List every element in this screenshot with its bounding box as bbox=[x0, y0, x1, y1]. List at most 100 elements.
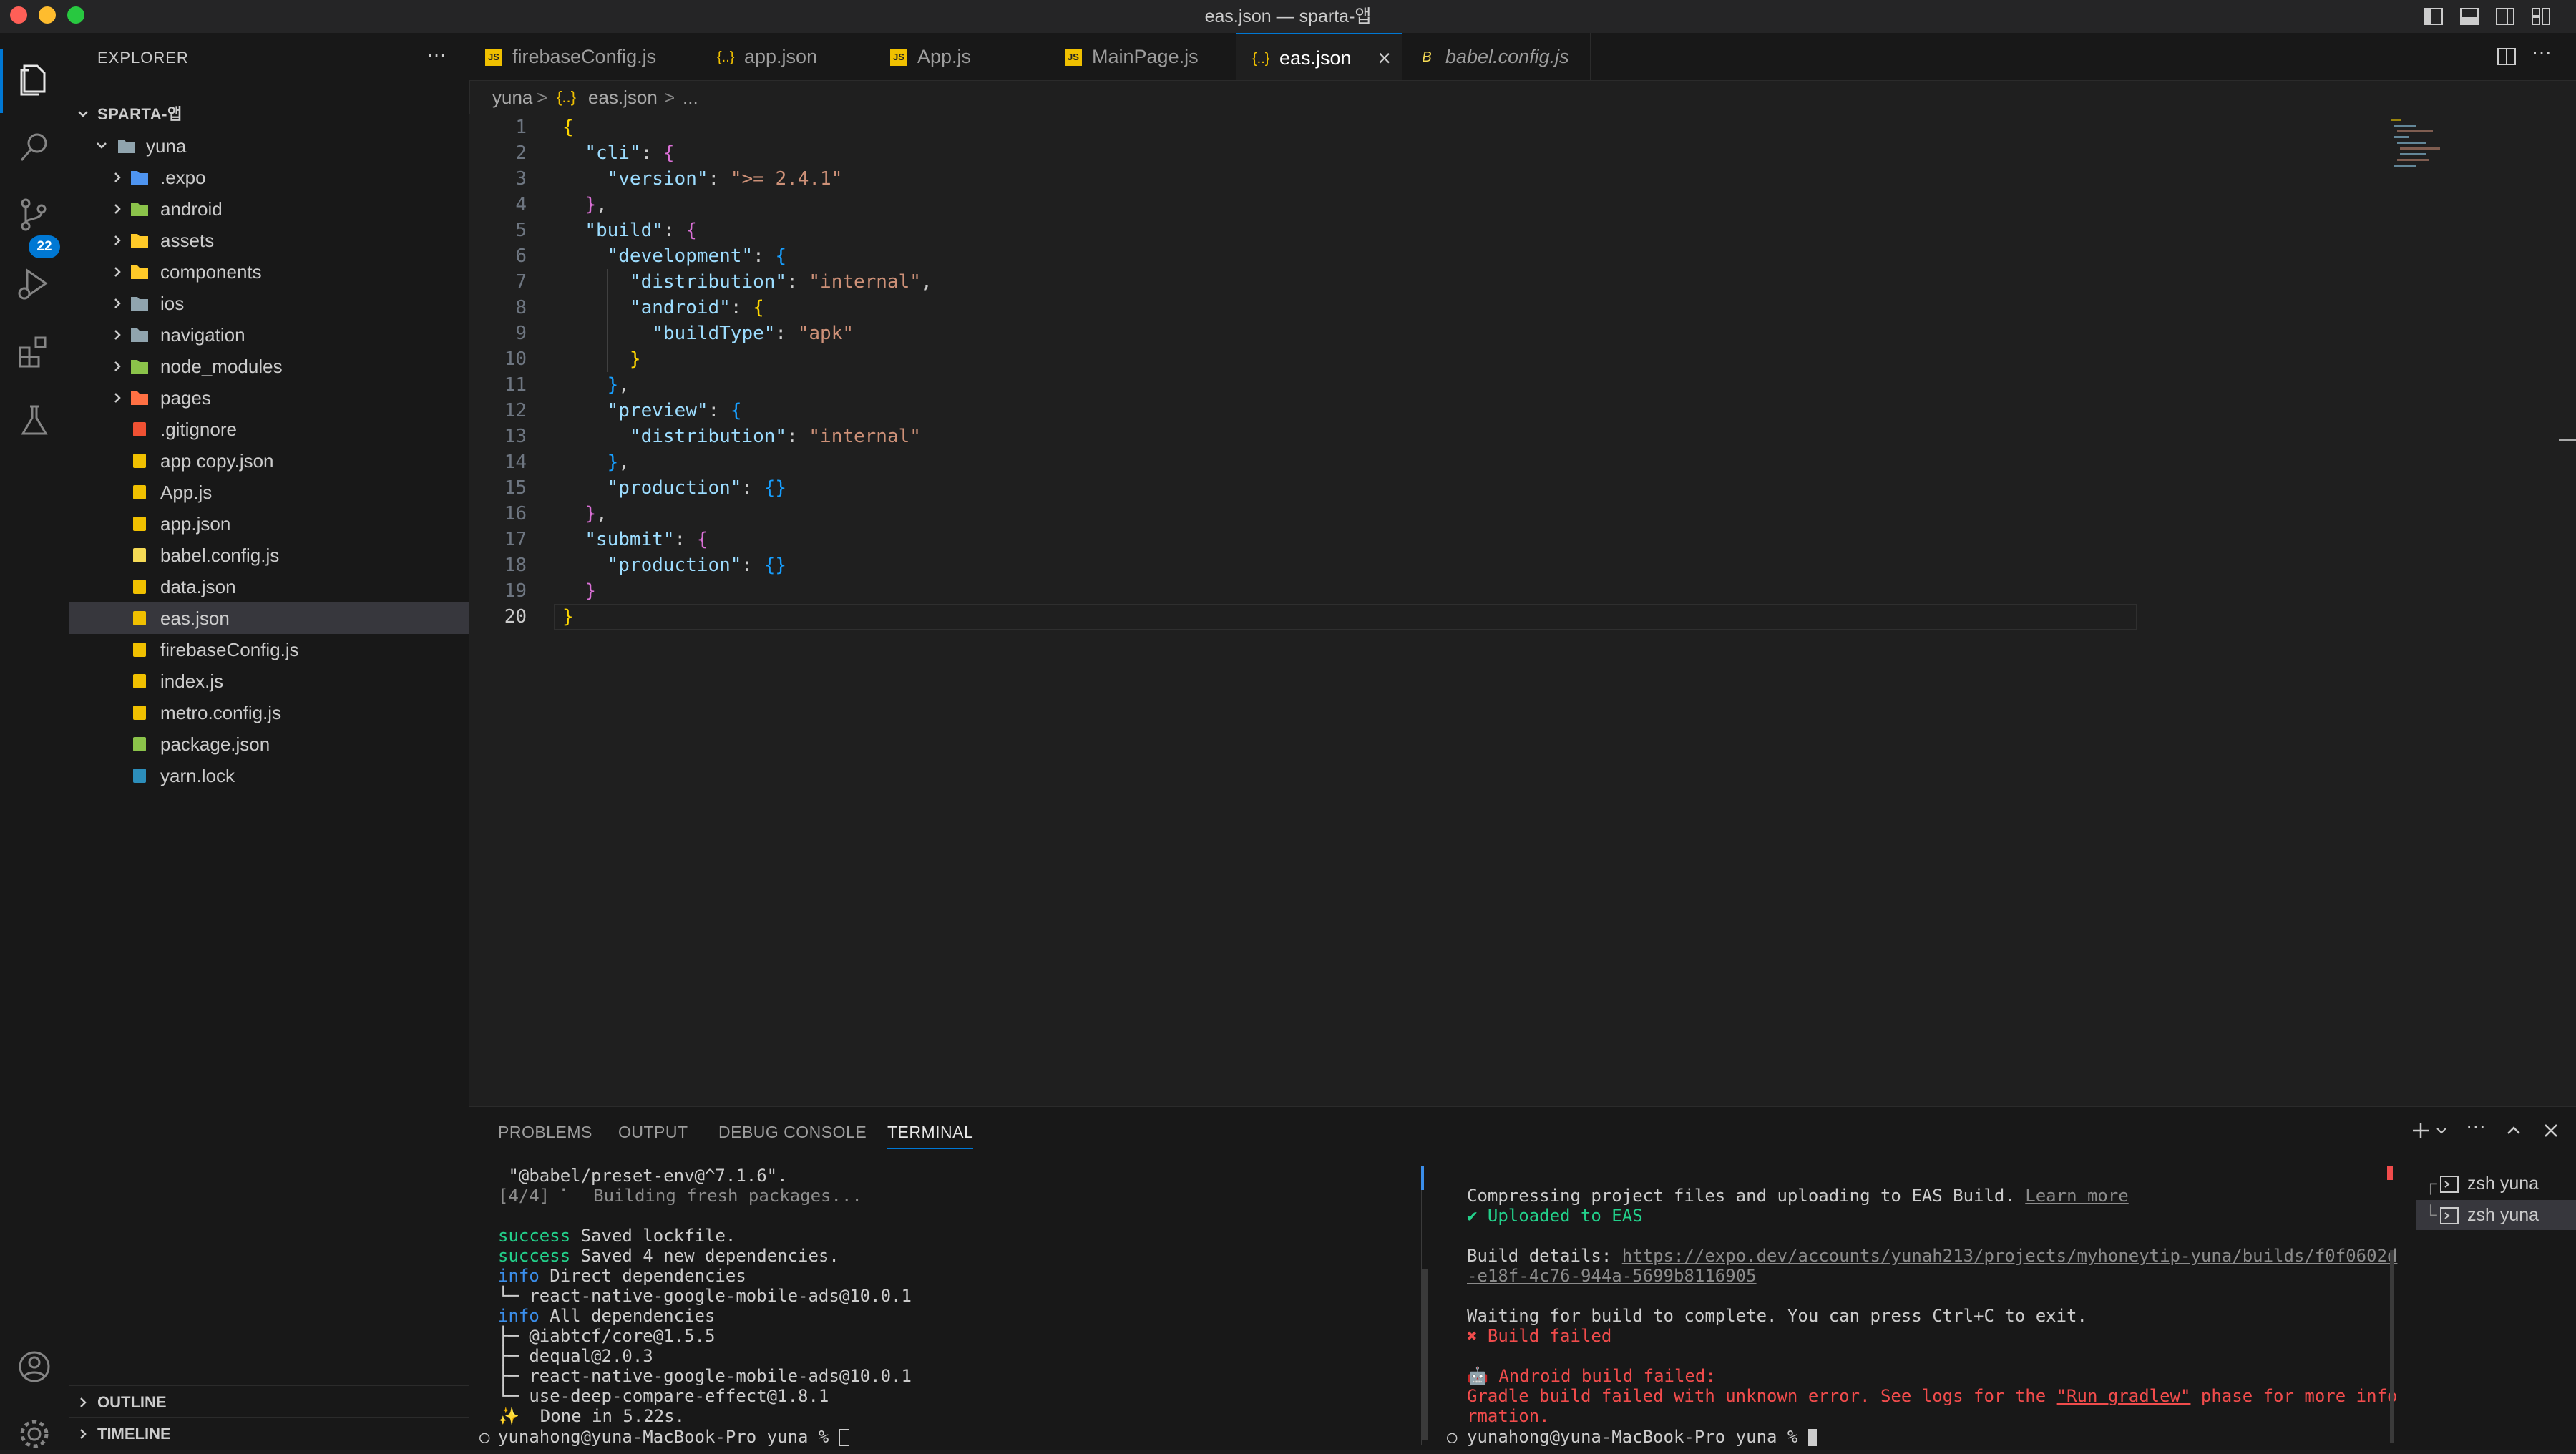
folder-ios[interactable]: ios bbox=[69, 288, 469, 319]
folder-navigation[interactable]: navigation bbox=[69, 319, 469, 351]
breadcrumb-more[interactable]: ... bbox=[683, 80, 698, 114]
folder-assets[interactable]: assets bbox=[69, 225, 469, 256]
terminal-list-item[interactable]: └ zsh yuna bbox=[2416, 1200, 2576, 1230]
tab-mainpage-js[interactable]: JS MainPage.js bbox=[1049, 33, 1237, 80]
tab-app-js[interactable]: JS App.js bbox=[874, 33, 1050, 80]
file-package-json[interactable]: package.json bbox=[69, 728, 469, 760]
timeline-section[interactable]: TIMELINE bbox=[69, 1418, 469, 1450]
tree-item-label: metro.config.js bbox=[160, 702, 282, 723]
file-eas-json[interactable]: eas.json bbox=[69, 602, 469, 634]
more-actions-icon[interactable]: ··· bbox=[426, 43, 447, 66]
file-index-js[interactable]: index.js bbox=[69, 665, 469, 697]
editor-more-actions-icon[interactable]: ··· bbox=[2532, 40, 2552, 63]
close-tab-icon[interactable]: × bbox=[1377, 34, 1391, 82]
tab-label: eas.json bbox=[1279, 47, 1352, 69]
chevron-down-icon[interactable] bbox=[2434, 1123, 2449, 1138]
prompt-circle-icon: ○ bbox=[1447, 1427, 1458, 1447]
toggle-primary-sidebar-icon[interactable] bbox=[2423, 6, 2444, 27]
line-number: 8 bbox=[515, 297, 527, 318]
folder-icon bbox=[131, 171, 148, 185]
line-number: 12 bbox=[504, 400, 527, 421]
folder-icon bbox=[131, 297, 148, 311]
scrollbar-marker bbox=[2559, 439, 2576, 441]
source-control-icon[interactable] bbox=[14, 195, 54, 235]
terminal-right-scrollbar[interactable] bbox=[2390, 1250, 2394, 1443]
file-app-js[interactable]: App.js bbox=[69, 477, 469, 508]
folder-yuna[interactable]: yuna bbox=[69, 130, 469, 162]
breadcrumb-folder[interactable]: yuna bbox=[492, 80, 532, 114]
tab-babel-config-js[interactable]: Bbabel.config.js bbox=[1402, 33, 1591, 80]
account-icon[interactable] bbox=[14, 1347, 54, 1387]
toggle-panel-icon[interactable] bbox=[2459, 6, 2480, 27]
customize-layout-icon[interactable] bbox=[2530, 6, 2552, 27]
file-icon bbox=[133, 422, 146, 436]
file-firebaseconfig-js[interactable]: firebaseConfig.js bbox=[69, 634, 469, 665]
code-editor[interactable]: 1 2 3 4 5 6 7 8 9 10 11 12 13 14 15 16 17 18 19 20 { "cli":… bbox=[469, 114, 2576, 1106]
tab-label: app.json bbox=[744, 46, 818, 67]
file-icon bbox=[133, 517, 146, 531]
file-metro-config-js[interactable]: metro.config.js bbox=[69, 697, 469, 728]
file-icon bbox=[133, 454, 146, 468]
line-number: 20 bbox=[504, 606, 527, 628]
file-yarn-lock[interactable]: yarn.lock bbox=[69, 760, 469, 791]
editor-tab-bar: JS firebaseConfig.js {..} app.json JS App.js J… bbox=[469, 33, 2576, 81]
folder-components[interactable]: components bbox=[69, 256, 469, 288]
testing-icon[interactable] bbox=[14, 401, 54, 441]
file-app-copy-json[interactable]: app copy.json bbox=[69, 445, 469, 477]
tab-terminal[interactable]: TERMINAL bbox=[887, 1123, 974, 1149]
search-icon[interactable] bbox=[14, 127, 54, 167]
file-babel-config-js[interactable]: babel.config.js bbox=[69, 540, 469, 571]
chevron-down-icon bbox=[97, 142, 107, 149]
line-number: 3 bbox=[515, 168, 527, 190]
run-gradlew-link[interactable]: "Run gradlew" bbox=[2057, 1386, 2191, 1406]
line-number: 18 bbox=[504, 555, 527, 576]
split-editor-icon[interactable] bbox=[2496, 46, 2517, 67]
tab-output[interactable]: OUTPUT bbox=[618, 1123, 688, 1142]
terminal-line: └─ use-deep-compare-effect@1.8.1 bbox=[498, 1386, 829, 1406]
file-icon bbox=[133, 548, 146, 562]
tab-app-json[interactable]: {..} app.json bbox=[701, 33, 875, 80]
folder-node-modules[interactable]: node_modules bbox=[69, 351, 469, 382]
explorer-icon[interactable] bbox=[14, 60, 54, 100]
build-details-link-cont[interactable]: -e18f-4c76-944a-5699b8116905 bbox=[1467, 1266, 1757, 1286]
maximize-panel-icon[interactable] bbox=[2503, 1120, 2524, 1141]
build-details-link[interactable]: https://expo.dev/accounts/yunah213/proje… bbox=[1622, 1246, 2398, 1266]
tab-problems[interactable]: PROBLEMS bbox=[498, 1123, 592, 1142]
breadcrumb-file[interactable]: eas.json bbox=[588, 80, 658, 114]
folder-pages[interactable]: pages bbox=[69, 382, 469, 414]
close-panel-icon[interactable] bbox=[2540, 1120, 2562, 1141]
terminal-line: └─ react-native-google-mobile-ads@10.0.1 bbox=[498, 1286, 912, 1306]
terminal-scrollbar[interactable] bbox=[1421, 1269, 1428, 1440]
tab-eas-json[interactable]: {..} eas.json × bbox=[1236, 33, 1403, 80]
outline-section[interactable]: OUTLINE bbox=[69, 1387, 469, 1418]
line-number: 10 bbox=[504, 348, 527, 370]
file-data-json[interactable]: data.json bbox=[69, 571, 469, 602]
tab-debug-console[interactable]: DEBUG CONSOLE bbox=[718, 1123, 867, 1142]
terminal-right-line: Waiting for build to complete. You can p… bbox=[1467, 1306, 2087, 1326]
file-gitignore[interactable]: .gitignore bbox=[69, 414, 469, 445]
folder-android[interactable]: android bbox=[69, 193, 469, 225]
terminal-left-prompt[interactable]: yunahong@yuna-MacBook-Pro yuna % bbox=[498, 1427, 849, 1447]
learn-more-link[interactable]: Learn more bbox=[2025, 1186, 2129, 1206]
chevron-down-icon bbox=[78, 111, 88, 117]
new-terminal-icon[interactable] bbox=[2410, 1120, 2431, 1141]
file-app-json[interactable]: app.json bbox=[69, 508, 469, 540]
settings-gear-icon[interactable] bbox=[14, 1414, 54, 1454]
line-number: 17 bbox=[504, 529, 527, 550]
toggle-secondary-sidebar-icon[interactable] bbox=[2494, 6, 2516, 27]
terminal-list-item[interactable]: ┌ zsh yuna bbox=[2416, 1168, 2576, 1199]
explorer-sidebar: EXPLORER ··· SPARTA-앱 yuna .expo android a… bbox=[69, 33, 470, 1450]
terminal-right-prompt[interactable]: yunahong@yuna-MacBook-Pro yuna % bbox=[1467, 1427, 1817, 1447]
run-debug-icon[interactable] bbox=[14, 263, 54, 303]
folder-expo[interactable]: .expo bbox=[69, 162, 469, 193]
tab-firebaseconfig-js[interactable]: JS firebaseConfig.js bbox=[469, 33, 702, 80]
tree-item-label: package.json bbox=[160, 733, 270, 755]
folder-icon bbox=[131, 391, 148, 405]
panel-more-actions-icon[interactable]: ··· bbox=[2466, 1114, 2486, 1137]
chevron-right-icon bbox=[114, 204, 121, 214]
workspace-header[interactable]: SPARTA-앱 bbox=[69, 99, 469, 130]
tree-item-label: assets bbox=[160, 230, 215, 251]
minimap[interactable] bbox=[2390, 117, 2447, 175]
chevron-right-icon bbox=[114, 393, 121, 403]
extensions-icon[interactable] bbox=[14, 332, 54, 372]
